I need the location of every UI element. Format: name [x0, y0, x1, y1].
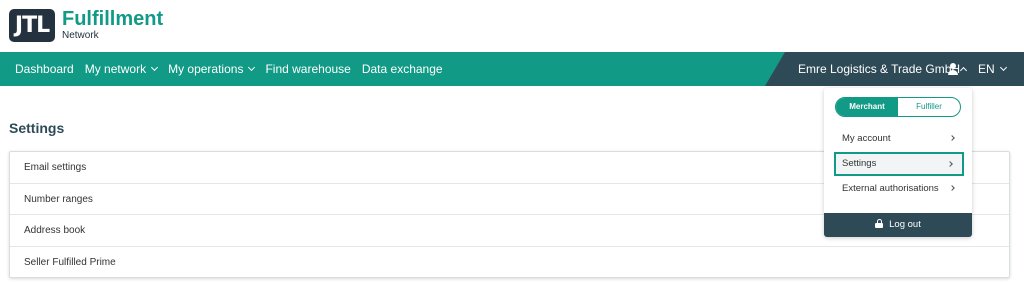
logo-title: Fulfillment	[62, 8, 164, 30]
chevron-right-icon	[947, 161, 953, 167]
chevron-right-icon	[949, 185, 955, 191]
role-toggle: Merchant Fulfiller	[835, 97, 961, 117]
menu-item-settings[interactable]: Settings	[834, 152, 964, 176]
chevron-down-icon	[999, 63, 1007, 72]
nav-item-dashboard[interactable]: Dashboard	[15, 62, 74, 76]
nav-item-label: Find warehouse	[265, 62, 351, 76]
nav-items: Dashboard My network My operations Find …	[15, 52, 454, 86]
header: JTL Fulfillment Network	[0, 0, 1024, 52]
logo-mark[interactable]: JTL	[9, 9, 55, 42]
menu-item-my-account[interactable]: My account	[834, 128, 964, 152]
nav-item-label: My network	[84, 62, 147, 76]
menu-item-label: External authorisations	[842, 183, 939, 194]
language-label: EN	[978, 62, 995, 76]
company-name[interactable]: Emre Logistics & Trade GmbH	[798, 52, 960, 86]
page-title: Settings	[9, 120, 65, 136]
nav-item-my-network[interactable]: My network	[84, 62, 159, 76]
nav-item-data-exchange[interactable]: Data exchange	[362, 62, 443, 76]
nav-item-label: My operations	[168, 62, 244, 76]
nav-item-label: Dashboard	[15, 62, 74, 76]
toggle-fulfiller[interactable]: Fulfiller	[898, 98, 960, 116]
logo-subtitle: Network	[62, 30, 99, 41]
chevron-down-icon	[248, 63, 256, 72]
settings-row-seller-fulfilled-prime[interactable]: Seller Fulfilled Prime	[10, 247, 1009, 279]
main-navbar: Dashboard My network My operations Find …	[0, 52, 1024, 86]
lock-icon	[875, 219, 884, 228]
language-selector[interactable]: EN	[978, 52, 1007, 86]
account-dropdown: Merchant Fulfiller My account Settings E…	[824, 88, 972, 237]
nav-item-find-warehouse[interactable]: Find warehouse	[265, 62, 350, 76]
nav-item-my-operations[interactable]: My operations	[168, 62, 256, 76]
logout-label: Log out	[889, 219, 921, 230]
menu-item-label: My account	[842, 133, 891, 144]
menu-item-label: Settings	[842, 158, 877, 169]
chevron-down-icon	[151, 63, 159, 72]
menu-item-external-authorisations[interactable]: External authorisations	[834, 178, 964, 202]
user-icon[interactable]	[947, 63, 959, 75]
logout-button[interactable]: Log out	[824, 213, 972, 237]
toggle-merchant[interactable]: Merchant	[836, 98, 898, 116]
nav-item-label: Data exchange	[361, 62, 443, 76]
chevron-right-icon	[949, 135, 955, 141]
